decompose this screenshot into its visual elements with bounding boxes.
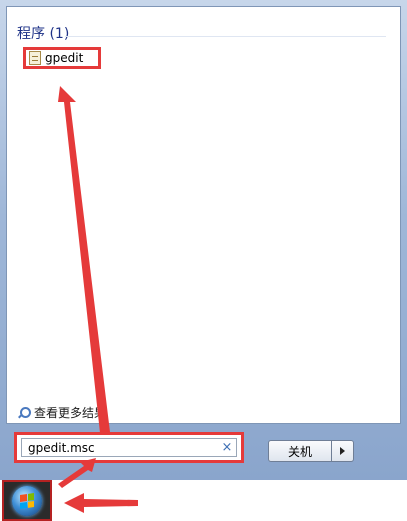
shutdown-button[interactable]: 关机 [268,440,332,462]
shutdown-options-button[interactable] [332,440,354,462]
windows-logo-icon [20,493,34,509]
clear-search-icon[interactable]: × [218,440,236,455]
start-button[interactable] [2,480,52,521]
search-results-panel: 程序 (1) gpedit 查看更多结果 [6,6,401,424]
search-icon [17,406,31,419]
document-icon [29,51,41,65]
search-input[interactable]: gpedit.msc × [21,438,237,457]
taskbar [0,480,407,521]
windows-orb-icon [12,486,42,516]
search-box-highlight: gpedit.msc × [14,432,244,463]
search-input-value: gpedit.msc [28,440,95,455]
programs-section-header: 程序 (1) [17,26,70,42]
result-item-label: gpedit [45,51,84,65]
shutdown-group: 关机 [268,440,354,462]
section-divider [65,36,386,37]
see-more-results-link[interactable]: 查看更多结果 [17,404,106,421]
see-more-label: 查看更多结果 [34,406,107,420]
start-menu: 程序 (1) gpedit 查看更多结果 gpedit.msc × 关机 [0,0,407,480]
chevron-right-icon [340,447,345,455]
result-item-gpedit[interactable]: gpedit [23,47,101,69]
